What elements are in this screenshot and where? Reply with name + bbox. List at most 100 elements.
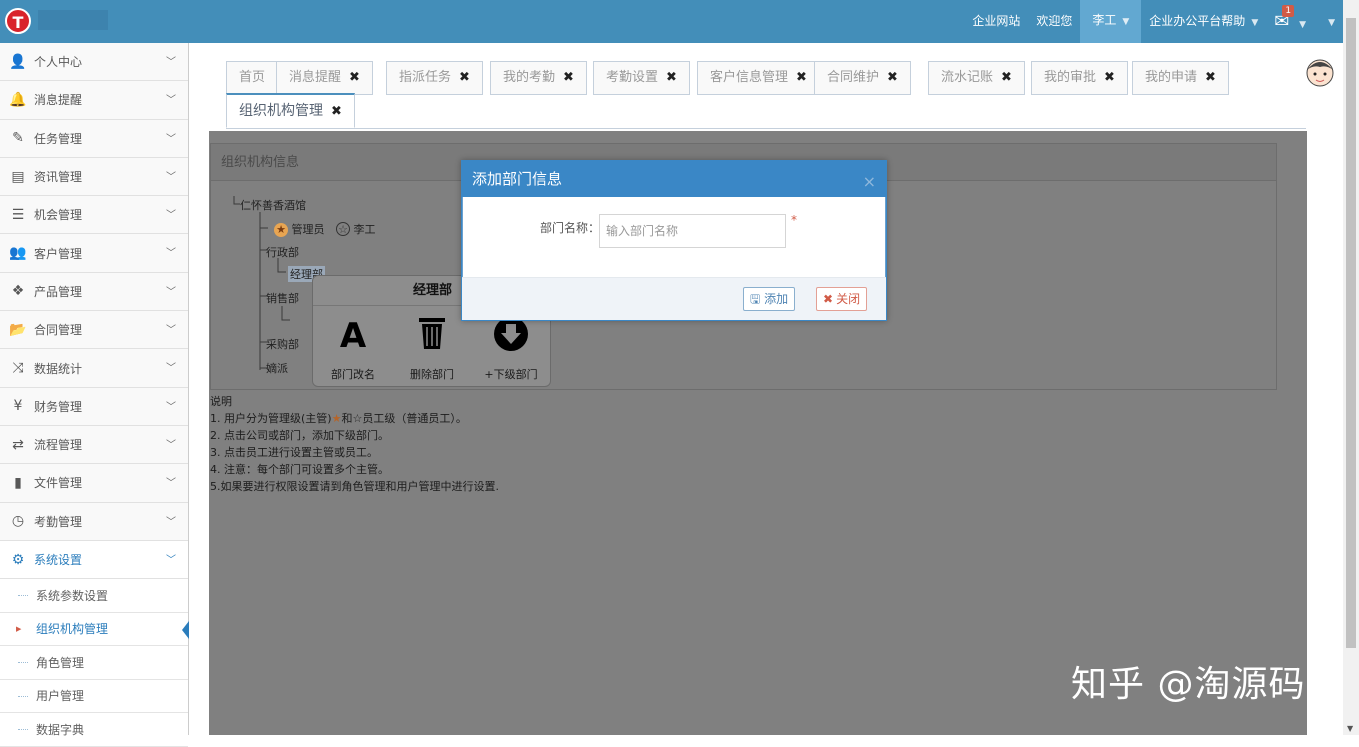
brand-name-block <box>38 10 108 30</box>
tab[interactable]: 客户信息管理 ✖ <box>697 61 820 95</box>
caret-down-icon: ▼ <box>1328 18 1335 28</box>
welcome-text: 欢迎您 <box>1036 14 1073 28</box>
sidebar-item[interactable]: ❖ 产品管理 ﹀ <box>0 272 188 312</box>
more-menu[interactable]: ▼ <box>1314 0 1343 43</box>
sidebar-item[interactable]: ⇄ 流程管理 ﹀ <box>0 425 188 465</box>
tree-manager[interactable]: 管理员 <box>292 223 325 236</box>
tree-dept-label: 嫡派 <box>266 362 288 375</box>
sidebar-item-label: 客户管理 <box>34 246 83 261</box>
close-button[interactable]: ✖ 关闭 <box>816 287 868 311</box>
sidebar-item[interactable]: ⤨ 数据统计 ﹀ <box>0 349 188 388</box>
brand-logo[interactable]: T <box>5 8 31 34</box>
tree-dept-4[interactable]: 嫡派 <box>266 360 288 376</box>
tree-dept-1[interactable]: 行政部 <box>266 244 299 260</box>
sidebar-item[interactable]: ☰ 机会管理 ﹀ <box>0 196 188 235</box>
tree-employee[interactable]: 李工 <box>354 223 376 236</box>
sidebar-item[interactable]: ▮ 文件管理 ﹀ <box>0 464 188 503</box>
tab[interactable]: 消息提醒 ✖ <box>276 61 373 95</box>
mail-menu[interactable]: ✉ 1 ▼ <box>1266 0 1314 43</box>
tab[interactable]: 组织机构管理 ✖ <box>226 93 355 128</box>
caret-down-icon: ▼ <box>1251 18 1259 28</box>
gear-icon: ⚙ <box>11 551 25 568</box>
submenu-item-label: 用户管理 <box>36 689 85 704</box>
tab[interactable]: 流水记账 ✖ <box>928 61 1025 95</box>
tab[interactable]: 我的申请 ✖ <box>1132 61 1229 95</box>
close-icon[interactable]: ✖ <box>796 70 807 85</box>
close-icon[interactable]: ✖ <box>1205 70 1216 85</box>
scroll-down-icon[interactable]: ▼ <box>1347 724 1353 733</box>
document-icon: ▤ <box>11 168 25 185</box>
close-icon[interactable]: × <box>863 164 876 200</box>
tab[interactable]: 首页 <box>226 61 279 95</box>
notes-line-2: 2. 点击公司或部门，添加下级部门。 <box>210 429 389 442</box>
employee-star-icon: ☆ <box>336 222 350 236</box>
sidebar-item[interactable]: ▤ 资讯管理 ﹀ <box>0 157 188 197</box>
sidebar-item[interactable]: ⚙ 系统设置 ﹀ <box>0 540 188 580</box>
modal-footer: 🖫 添加 ✖ 关闭 <box>462 277 886 320</box>
folder-open-icon: 📂 <box>9 321 27 338</box>
rename-dept-button[interactable]: A 部门改名 <box>313 316 393 382</box>
sidebar-item-label: 财务管理 <box>34 399 83 414</box>
tab-label: 客户信息管理 <box>710 70 789 85</box>
sidebar-item[interactable]: 👥 客户管理 ﹀ <box>0 234 188 273</box>
sidebar-item[interactable]: 👤 个人中心 ﹀ <box>0 43 188 82</box>
users-icon: 👥 <box>9 245 27 262</box>
tree-root[interactable]: 仁怀善香酒馆 <box>240 197 306 213</box>
chevron-down-icon: ﹀ <box>166 57 176 68</box>
tab[interactable]: 我的审批 ✖ <box>1031 61 1128 95</box>
submenu-item[interactable]: 系统参数设置 <box>0 579 188 613</box>
add-child-dept-button[interactable]: +下级部门 <box>471 316 551 382</box>
sidebar-item-label: 流程管理 <box>34 438 83 453</box>
page-scrollbar[interactable]: ▼ <box>1343 0 1359 735</box>
sidebar-item-label: 系统设置 <box>34 553 83 567</box>
sidebar-item[interactable]: 📂 合同管理 ﹀ <box>0 311 188 350</box>
scrollbar-thumb[interactable] <box>1346 18 1356 648</box>
user-icon: 👤 <box>9 53 27 70</box>
close-icon[interactable]: ✖ <box>887 70 898 85</box>
manager-star-icon: ★ <box>331 412 342 425</box>
close-icon[interactable]: ✖ <box>1104 70 1115 85</box>
submenu-item[interactable]: 用户管理 <box>0 679 188 714</box>
modal-body: 部门名称： * <box>462 197 886 277</box>
tree-dept-3[interactable]: 采购部 <box>266 336 299 352</box>
close-icon[interactable]: ✖ <box>459 70 470 85</box>
assistant-avatar[interactable] <box>1305 56 1335 90</box>
sidebar-item[interactable]: ¥ 财务管理 ﹀ <box>0 387 188 426</box>
sidebar-item[interactable]: ◷ 考勤管理 ﹀ <box>0 502 188 541</box>
close-icon[interactable]: ✖ <box>563 70 574 85</box>
close-icon[interactable]: ✖ <box>349 70 360 85</box>
dept-name-input[interactable] <box>599 214 786 248</box>
chevron-down-icon: ﹀ <box>166 133 176 145</box>
sidebar-item[interactable]: ✎ 任务管理 ﹀ <box>0 119 188 158</box>
sidebar-menu: 👤 个人中心 ﹀ 🔔 消息提醒 ﹀ ✎ 任务管理 ﹀ ▤ 资讯管理 ﹀ ☰ 机会管理 ﹀ 👥 客户管理 ﹀ ❖ 产品管… <box>0 43 188 580</box>
tab[interactable]: 我的考勤 ✖ <box>490 61 587 95</box>
close-icon[interactable]: ✖ <box>1001 70 1012 85</box>
tab[interactable]: 指派任务 ✖ <box>386 61 483 95</box>
font-icon: A <box>339 316 367 356</box>
mail-count-badge: 1 <box>1282 5 1295 17</box>
tree-dept-2[interactable]: 销售部 <box>266 290 299 306</box>
add-child-label: +下级部门 <box>484 368 538 381</box>
help-menu[interactable]: 企业办公平台帮助 ▼ <box>1141 0 1266 43</box>
delete-label: 删除部门 <box>410 368 454 381</box>
submenu-item[interactable]: 角色管理 <box>0 646 188 680</box>
user-menu[interactable]: 李工 ▼ <box>1080 0 1142 45</box>
delete-dept-button[interactable]: 删除部门 <box>392 316 472 382</box>
close-icon[interactable]: ✖ <box>666 70 677 85</box>
submenu-item[interactable]: ▶ 组织机构管理 <box>0 612 189 647</box>
submenu-item[interactable]: 数据字典 <box>0 713 188 747</box>
clock-icon: ◷ <box>11 513 25 530</box>
caret-down-icon: ▼ <box>1122 16 1130 27</box>
tab[interactable]: 合同维护 ✖ <box>814 61 911 95</box>
add-button[interactable]: 🖫 添加 <box>743 287 796 311</box>
company-site-link[interactable]: 企业网站 <box>964 0 1028 43</box>
tab[interactable]: 考勤设置 ✖ <box>593 61 690 95</box>
sidebar-item-label: 机会管理 <box>34 208 83 223</box>
submenu-item-label: 角色管理 <box>36 655 85 670</box>
random-icon: ⤨ <box>12 360 24 377</box>
sidebar-item[interactable]: 🔔 消息提醒 ﹀ <box>0 81 188 120</box>
sidebar-item-label: 任务管理 <box>34 131 83 146</box>
close-icon[interactable]: ✖ <box>331 104 342 119</box>
required-mark: * <box>791 213 797 227</box>
employee-star-icon: ☆ <box>352 412 363 425</box>
